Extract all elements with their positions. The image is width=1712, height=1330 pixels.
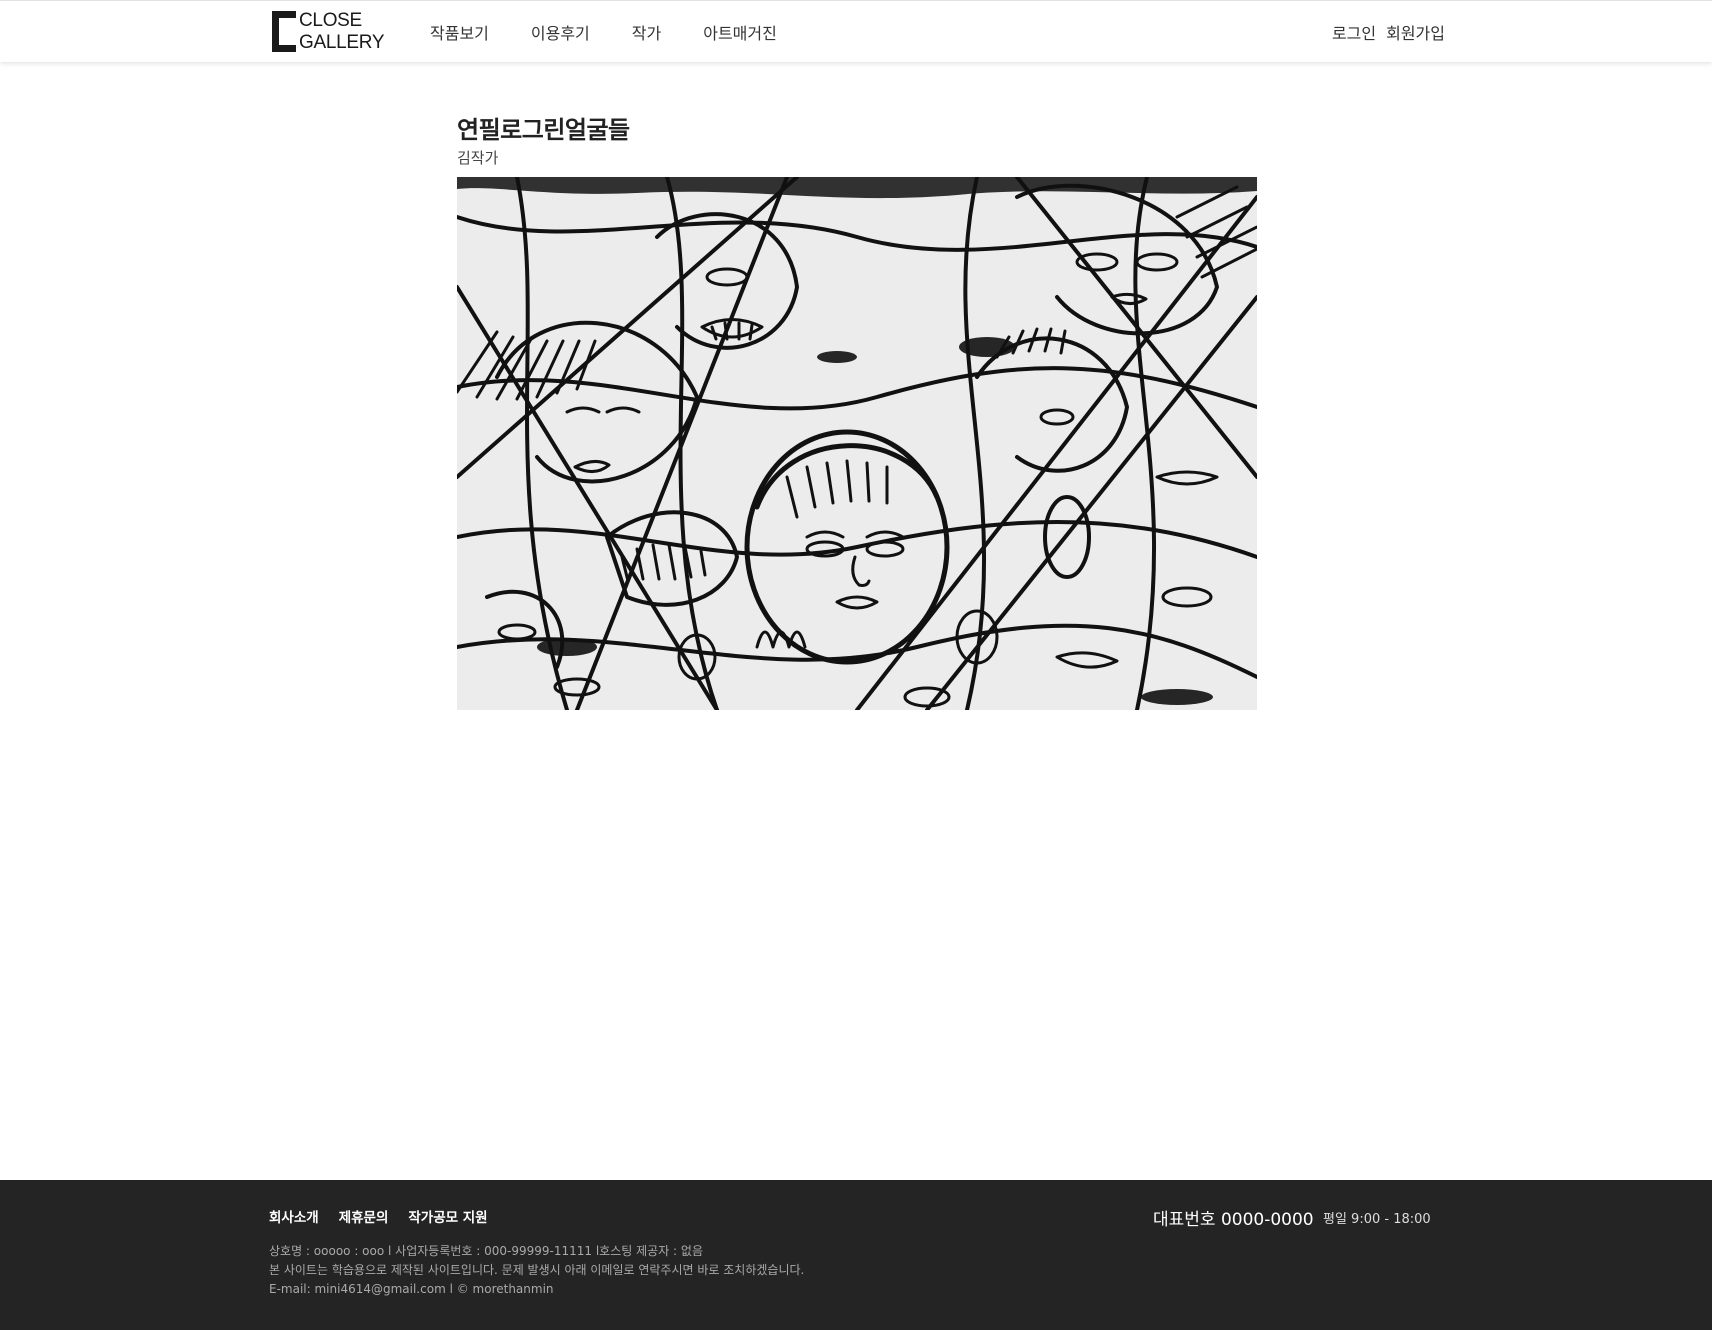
login-link[interactable]: 로그인	[1332, 20, 1376, 44]
footer-link-partnership[interactable]: 제휴문의	[339, 1206, 389, 1226]
artwork-title: 연필로그린얼굴들	[457, 116, 630, 144]
site-footer: 회사소개 제휴문의 작가공모 지원 상호명 : ooooo : ooo l 사업…	[0, 1180, 1712, 1330]
footer-link-artist-application[interactable]: 작가공모 지원	[408, 1206, 487, 1226]
logo[interactable]: CLOSE GALLERY	[272, 10, 385, 54]
logo-bracket-icon	[272, 11, 296, 52]
signup-link[interactable]: 회원가입	[1386, 20, 1445, 44]
footer-phone: 대표번호 0000-0000	[1153, 1210, 1314, 1230]
logo-text-line1: CLOSE	[299, 10, 362, 31]
nav-item-art-magazine[interactable]: 아트매거진	[703, 20, 777, 44]
site-header: CLOSE GALLERY 작품보기 이용후기 작가 아트매거진 로그인 회원가…	[0, 0, 1712, 62]
artwork-image	[457, 177, 1257, 710]
nav-item-artists[interactable]: 작가	[632, 20, 661, 44]
artist-name: 김작가	[457, 149, 499, 167]
footer-hours: 평일 9:00 - 18:00	[1323, 1212, 1431, 1227]
logo-text-line2: GALLERY	[299, 32, 385, 53]
footer-info-line: E-mail: mini4614@gmail.com l © morethanm…	[269, 1282, 554, 1296]
footer-link-about[interactable]: 회사소개	[269, 1206, 319, 1226]
nav-item-reviews[interactable]: 이용후기	[531, 20, 590, 44]
footer-links: 회사소개 제휴문의 작가공모 지원	[269, 1206, 508, 1226]
footer-company-info: 상호명 : ooooo : ooo l 사업자등록번호 : 000-99999-…	[269, 1242, 804, 1299]
main-nav: 작품보기 이용후기 작가 아트매거진	[430, 1, 819, 63]
page: CLOSE GALLERY 작품보기 이용후기 작가 아트매거진 로그인 회원가…	[0, 0, 1712, 1330]
nav-item-artworks[interactable]: 작품보기	[430, 20, 489, 44]
footer-info-line: 본 사이트는 학습용으로 제작된 사이트입니다. 문제 발생시 아래 이메일로 …	[269, 1263, 805, 1277]
footer-info-line: 상호명 : ooooo : ooo l 사업자등록번호 : 000-99999-…	[269, 1244, 703, 1258]
auth-nav: 로그인 회원가입	[1322, 1, 1445, 63]
